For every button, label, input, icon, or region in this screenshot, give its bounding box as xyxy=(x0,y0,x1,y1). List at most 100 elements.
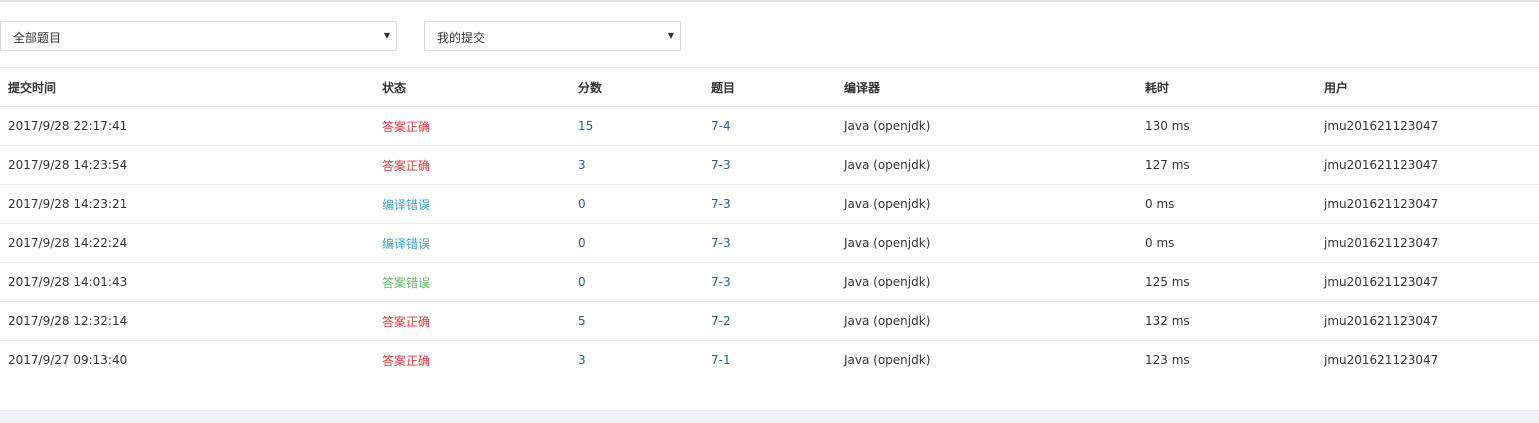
table-cell: 5 xyxy=(570,301,703,341)
table-cell: 2017/9/28 22:17:41 xyxy=(0,106,374,146)
submission-compiler: Java (openjdk) xyxy=(844,314,931,328)
table-row: 2017/9/28 22:17:41 答案正确 15 7-4 Java (openjdk… xyxy=(0,106,1539,146)
submission-duration: 130 ms xyxy=(1145,119,1190,133)
submission-time: 2017/9/28 14:01:43 xyxy=(8,275,128,289)
caret-down-icon: ▼ xyxy=(383,31,390,40)
submission-user: jmu201621123047 xyxy=(1324,353,1439,367)
table-cell: Java (openjdk) xyxy=(836,262,1137,302)
submission-status[interactable]: 编译错误 xyxy=(382,237,430,251)
header-compiler[interactable]: 编译器 xyxy=(836,67,1137,107)
submission-score[interactable]: 3 xyxy=(578,353,586,367)
table-cell: jmu201621123047 xyxy=(1316,301,1539,341)
table-row: 2017/9/28 12:32:14 答案正确 5 7-2 Java (openjdk)… xyxy=(0,301,1539,341)
table-cell: 2017/9/28 12:32:14 xyxy=(0,301,374,341)
table-cell: 编译错误 xyxy=(374,184,570,224)
table-cell: 7-1 xyxy=(703,340,836,379)
submission-problem-link[interactable]: 7-3 xyxy=(711,275,731,289)
table-cell: jmu201621123047 xyxy=(1316,340,1539,379)
submission-compiler: Java (openjdk) xyxy=(844,275,931,289)
submission-filter-select[interactable]: 我的提交 ▼ xyxy=(424,21,681,51)
submission-score[interactable]: 0 xyxy=(578,236,586,250)
table-cell: 7-2 xyxy=(703,301,836,341)
table-cell: jmu201621123047 xyxy=(1316,145,1539,185)
table-cell: 答案正确 xyxy=(374,106,570,146)
table-row: 2017/9/28 14:01:43 答案错误 0 7-3 Java (openjdk)… xyxy=(0,262,1539,302)
submission-time: 2017/9/28 12:32:14 xyxy=(8,314,128,328)
submission-problem-link[interactable]: 7-3 xyxy=(711,158,731,172)
table-cell: 2017/9/27 09:13:40 xyxy=(0,340,374,379)
table-cell: jmu201621123047 xyxy=(1316,223,1539,263)
header-user[interactable]: 用户 xyxy=(1316,67,1539,107)
table-cell: 答案错误 xyxy=(374,262,570,302)
table-cell: 7-4 xyxy=(703,106,836,146)
submission-status[interactable]: 编译错误 xyxy=(382,198,430,212)
submission-problem-link[interactable]: 7-3 xyxy=(711,197,731,211)
submission-filter-value: 我的提交 xyxy=(437,31,486,45)
submission-status[interactable]: 答案正确 xyxy=(382,315,430,329)
submission-time: 2017/9/28 14:22:24 xyxy=(8,236,128,250)
submission-user: jmu201621123047 xyxy=(1324,197,1439,211)
table-cell: 编译错误 xyxy=(374,223,570,263)
header-time[interactable]: 提交时间 xyxy=(0,67,374,107)
table-cell: 3 xyxy=(570,340,703,379)
table-cell: Java (openjdk) xyxy=(836,145,1137,185)
header-status[interactable]: 状态 xyxy=(374,67,570,107)
table-row: 2017/9/28 14:23:54 答案正确 3 7-3 Java (openjdk)… xyxy=(0,145,1539,185)
submission-status[interactable]: 答案错误 xyxy=(382,276,430,290)
submission-status[interactable]: 答案正确 xyxy=(382,159,430,173)
header-problem[interactable]: 题目 xyxy=(703,67,836,107)
header-duration[interactable]: 耗时 xyxy=(1137,67,1316,107)
table-cell: 答案正确 xyxy=(374,301,570,341)
table-cell: 125 ms xyxy=(1137,262,1316,302)
submission-user: jmu201621123047 xyxy=(1324,119,1439,133)
submission-score[interactable]: 5 xyxy=(578,314,586,328)
table-row: 2017/9/27 09:13:40 答案正确 3 7-1 Java (openjdk)… xyxy=(0,340,1539,379)
problem-filter-select[interactable]: 全部题目 ▼ xyxy=(0,21,397,51)
submission-compiler: Java (openjdk) xyxy=(844,353,931,367)
submission-score[interactable]: 3 xyxy=(578,158,586,172)
table-row: 2017/9/28 14:22:24 编译错误 0 7-3 Java (openjdk)… xyxy=(0,223,1539,263)
submission-score[interactable]: 0 xyxy=(578,275,586,289)
submission-status[interactable]: 答案正确 xyxy=(382,354,430,368)
table-cell: Java (openjdk) xyxy=(836,223,1137,263)
submission-status[interactable]: 答案正确 xyxy=(382,120,430,134)
table-cell: 130 ms xyxy=(1137,106,1316,146)
submission-duration: 0 ms xyxy=(1145,197,1175,211)
submission-time: 2017/9/28 14:23:54 xyxy=(8,158,128,172)
table-cell: Java (openjdk) xyxy=(836,184,1137,224)
submission-score[interactable]: 15 xyxy=(578,119,593,133)
submission-compiler: Java (openjdk) xyxy=(844,236,931,250)
submission-user: jmu201621123047 xyxy=(1324,236,1439,250)
submission-time: 2017/9/28 22:17:41 xyxy=(8,119,128,133)
submission-problem-link[interactable]: 7-4 xyxy=(711,119,731,133)
submission-score[interactable]: 0 xyxy=(578,197,586,211)
table-cell: 0 xyxy=(570,184,703,224)
header-score[interactable]: 分数 xyxy=(570,67,703,107)
table-cell: 0 xyxy=(570,262,703,302)
table-cell: 0 xyxy=(570,223,703,263)
footer-band xyxy=(0,410,1539,423)
submission-problem-link[interactable]: 7-2 xyxy=(711,314,731,328)
table-row: 2017/9/28 14:23:21 编译错误 0 7-3 Java (openjdk)… xyxy=(0,184,1539,224)
problem-filter-value: 全部题目 xyxy=(13,31,62,45)
table-cell: 2017/9/28 14:01:43 xyxy=(0,262,374,302)
table-cell: 7-3 xyxy=(703,145,836,185)
table-cell: 2017/9/28 14:22:24 xyxy=(0,223,374,263)
top-divider xyxy=(0,0,1539,2)
table-cell: 2017/9/28 14:23:21 xyxy=(0,184,374,224)
table-cell: 123 ms xyxy=(1137,340,1316,379)
submission-problem-link[interactable]: 7-3 xyxy=(711,236,731,250)
submission-user: jmu201621123047 xyxy=(1324,275,1439,289)
submission-compiler: Java (openjdk) xyxy=(844,158,931,172)
submission-problem-link[interactable]: 7-1 xyxy=(711,353,731,367)
table-cell: 7-3 xyxy=(703,223,836,263)
submission-compiler: Java (openjdk) xyxy=(844,197,931,211)
table-cell: 3 xyxy=(570,145,703,185)
submissions-table: 提交时间 状态 分数 题目 编译器 耗时 用户 2017/9/28 22:17:… xyxy=(0,67,1539,379)
table-cell: 0 ms xyxy=(1137,184,1316,224)
submission-user: jmu201621123047 xyxy=(1324,158,1439,172)
table-cell: Java (openjdk) xyxy=(836,301,1137,341)
submission-duration: 125 ms xyxy=(1145,275,1190,289)
table-cell: 7-3 xyxy=(703,262,836,302)
submission-duration: 0 ms xyxy=(1145,236,1175,250)
